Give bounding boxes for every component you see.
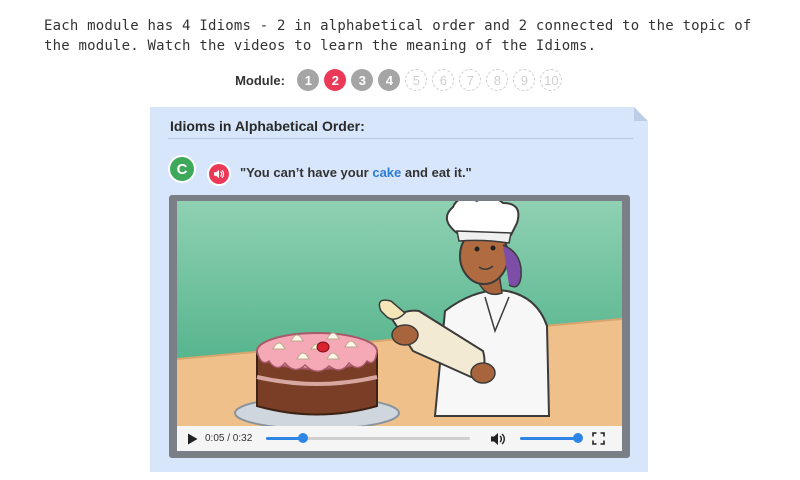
module-button-4[interactable]: 4 <box>378 69 401 91</box>
chef-with-cake-illustration <box>177 201 622 426</box>
idiom-card: Idioms in Alphabetical Order: C "You can… <box>150 107 648 472</box>
idiom-text-end: and eat it." <box>401 165 472 180</box>
intro-text: Each module has 4 Idioms - 2 in alphabet… <box>44 18 752 54</box>
idiom-keyword: cake <box>372 165 402 180</box>
module-button-3[interactable]: 3 <box>351 69 374 91</box>
audio-play-button[interactable] <box>209 164 229 184</box>
module-button-6: 6 <box>432 69 455 91</box>
video-player: 0:05 / 0:32 <box>169 195 630 458</box>
volume-handle[interactable] <box>573 433 584 443</box>
module-button-1[interactable]: 1 <box>297 69 320 91</box>
module-button-5: 5 <box>405 69 428 91</box>
volume-icon[interactable] <box>490 432 506 446</box>
card-divider <box>168 138 633 139</box>
video-time: 0:05 / 0:32 <box>205 433 253 444</box>
video-controls: 0:05 / 0:32 <box>177 426 622 451</box>
module-button-7: 7 <box>459 69 482 91</box>
idiom-text: "You can’t have your cake and eat it." <box>240 164 472 182</box>
card-title: Idioms in Alphabetical Order: <box>170 118 365 134</box>
module-button-2[interactable]: 2 <box>324 69 347 91</box>
idiom-text-start: "You can’t have your <box>240 165 373 180</box>
module-button-8: 8 <box>486 69 509 91</box>
module-list: 1 2 3 4 5 6 7 8 9 10 <box>295 69 565 91</box>
seek-bar[interactable] <box>266 433 471 443</box>
module-selector: Module: 1 2 3 4 5 6 7 8 9 10 <box>0 68 800 92</box>
volume-level <box>520 437 579 440</box>
letter-badge: C <box>170 157 194 181</box>
fullscreen-icon[interactable] <box>592 432 606 445</box>
seek-handle[interactable] <box>297 433 308 443</box>
volume-slider[interactable] <box>520 433 584 443</box>
video-frame-illustration[interactable] <box>177 201 622 426</box>
module-button-9: 9 <box>513 69 536 91</box>
card-corner-fold <box>634 107 648 121</box>
play-icon[interactable] <box>185 432 199 446</box>
speaker-icon <box>214 169 225 179</box>
module-label: Module: <box>235 72 285 88</box>
module-button-10: 10 <box>540 69 563 91</box>
